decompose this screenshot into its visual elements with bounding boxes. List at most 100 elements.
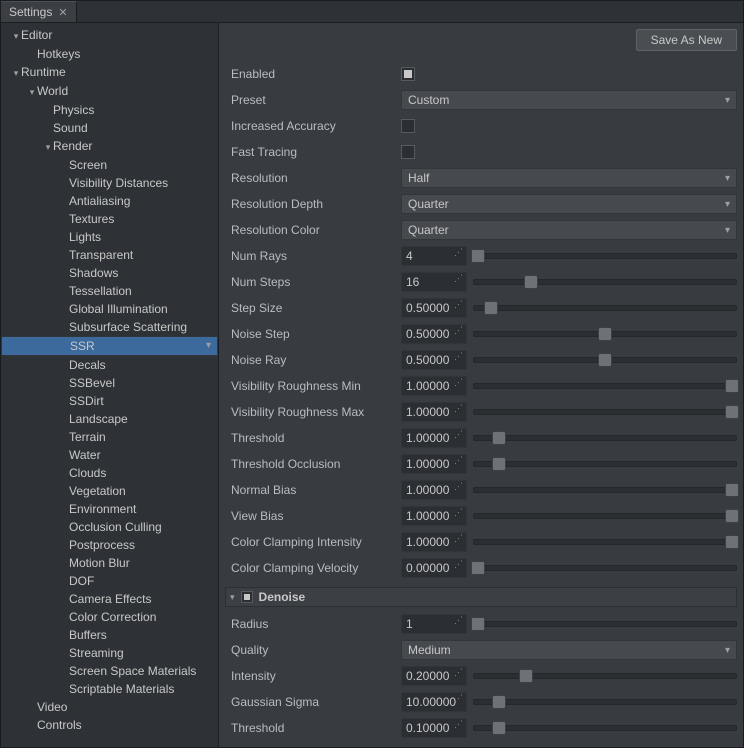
slider[interactable] <box>473 692 737 712</box>
tree-item-textures[interactable]: Textures <box>1 210 218 228</box>
select[interactable]: Half <box>401 168 737 188</box>
tree-item-vegetation[interactable]: Vegetation <box>1 482 218 500</box>
number-input[interactable]: 1.00000⋰ <box>401 376 467 396</box>
slider-thumb[interactable] <box>484 301 498 315</box>
number-input[interactable]: 0.20000⋰ <box>401 666 467 686</box>
slider-thumb[interactable] <box>471 249 485 263</box>
slider[interactable] <box>473 614 737 634</box>
tree-item-occlusion-culling[interactable]: Occlusion Culling <box>1 518 218 536</box>
drag-icon[interactable]: ⋰ <box>454 353 464 367</box>
drag-icon[interactable]: ⋰ <box>454 483 464 497</box>
drag-icon[interactable]: ⋰ <box>454 509 464 523</box>
number-input[interactable]: 1.00000⋰ <box>401 506 467 526</box>
number-input[interactable]: 16⋰ <box>401 272 467 292</box>
chevron-down-icon[interactable]: ▾ <box>230 592 235 603</box>
tree-item-subsurface-scattering[interactable]: Subsurface Scattering <box>1 318 218 336</box>
slider-thumb[interactable] <box>725 483 739 497</box>
slider-thumb[interactable] <box>519 669 533 683</box>
slider[interactable] <box>473 246 737 266</box>
drag-icon[interactable]: ⋰ <box>454 695 464 709</box>
number-input[interactable]: 1.00000⋰ <box>401 480 467 500</box>
tree-item-editor[interactable]: ▾Editor <box>1 26 218 45</box>
number-input[interactable]: 0.50000⋰ <box>401 350 467 370</box>
select[interactable]: Custom <box>401 90 737 110</box>
tree-item-visibility-distances[interactable]: Visibility Distances <box>1 174 218 192</box>
tree-item-sound[interactable]: Sound <box>1 119 218 137</box>
number-input[interactable]: 0.00000⋰ <box>401 558 467 578</box>
slider-thumb[interactable] <box>524 275 538 289</box>
slider[interactable] <box>473 558 737 578</box>
slider-thumb[interactable] <box>725 509 739 523</box>
number-input[interactable]: 1.00000⋰ <box>401 402 467 422</box>
drag-icon[interactable]: ⋰ <box>454 327 464 341</box>
drag-icon[interactable]: ⋰ <box>454 561 464 575</box>
slider-thumb[interactable] <box>725 379 739 393</box>
tree-item-controls[interactable]: Controls <box>1 716 218 734</box>
select[interactable]: Medium <box>401 640 737 660</box>
slider[interactable] <box>473 324 737 344</box>
close-icon[interactable]: ✕ <box>58 6 67 19</box>
sidebar[interactable]: ▾EditorHotkeys▾Runtime▾WorldPhysicsSound… <box>1 23 219 747</box>
tree-item-landscape[interactable]: Landscape <box>1 410 218 428</box>
slider-thumb[interactable] <box>598 327 612 341</box>
drag-icon[interactable]: ⋰ <box>454 301 464 315</box>
tree-item-runtime[interactable]: ▾Runtime <box>1 63 218 82</box>
number-input[interactable]: 1.00000⋰ <box>401 428 467 448</box>
tree-item-water[interactable]: Water <box>1 446 218 464</box>
chevron-down-icon[interactable]: ▾ <box>27 84 37 100</box>
checkbox[interactable] <box>401 145 415 159</box>
number-input[interactable]: 1.00000⋰ <box>401 532 467 552</box>
checkbox[interactable] <box>401 119 415 133</box>
tree-item-buffers[interactable]: Buffers <box>1 626 218 644</box>
number-input[interactable]: 10.00000⋰ <box>401 692 467 712</box>
drag-icon[interactable]: ⋰ <box>454 431 464 445</box>
tree-item-world[interactable]: ▾World <box>1 82 218 101</box>
drag-icon[interactable]: ⋰ <box>454 379 464 393</box>
tree-item-terrain[interactable]: Terrain <box>1 428 218 446</box>
slider-thumb[interactable] <box>492 695 506 709</box>
tree-item-ssr[interactable]: SSR <box>1 336 218 356</box>
tree-item-screen-space-materials[interactable]: Screen Space Materials <box>1 662 218 680</box>
tree-item-scriptable-materials[interactable]: Scriptable Materials <box>1 680 218 698</box>
slider-thumb[interactable] <box>725 405 739 419</box>
slider[interactable] <box>473 298 737 318</box>
tree-item-antialiasing[interactable]: Antialiasing <box>1 192 218 210</box>
slider[interactable] <box>473 454 737 474</box>
slider[interactable] <box>473 532 737 552</box>
tab-settings[interactable]: Settings ✕ <box>1 1 77 22</box>
slider[interactable] <box>473 402 737 422</box>
tree-item-video[interactable]: Video <box>1 698 218 716</box>
slider[interactable] <box>473 480 737 500</box>
denoise-checkbox[interactable] <box>241 591 253 603</box>
number-input[interactable]: 0.50000⋰ <box>401 324 467 344</box>
slider[interactable] <box>473 350 737 370</box>
slider[interactable] <box>473 718 737 738</box>
tree-item-shadows[interactable]: Shadows <box>1 264 218 282</box>
tree-item-lights[interactable]: Lights <box>1 228 218 246</box>
tree-item-physics[interactable]: Physics <box>1 101 218 119</box>
number-input[interactable]: 1.00000⋰ <box>401 454 467 474</box>
number-input[interactable]: 4⋰ <box>401 246 467 266</box>
slider-thumb[interactable] <box>492 721 506 735</box>
drag-icon[interactable]: ⋰ <box>454 617 464 631</box>
drag-icon[interactable]: ⋰ <box>454 669 464 683</box>
drag-icon[interactable]: ⋰ <box>454 457 464 471</box>
slider-thumb[interactable] <box>492 457 506 471</box>
tree-item-motion-blur[interactable]: Motion Blur <box>1 554 218 572</box>
chevron-down-icon[interactable]: ▾ <box>11 65 21 81</box>
tree-item-render[interactable]: ▾Render <box>1 137 218 156</box>
denoise-header[interactable]: ▾ Denoise <box>225 587 737 607</box>
slider-thumb[interactable] <box>598 353 612 367</box>
chevron-down-icon[interactable]: ▾ <box>43 139 53 155</box>
main-panel[interactable]: Save As New EnabledPresetCustomIncreased… <box>219 23 743 747</box>
save-as-new-button[interactable]: Save As New <box>636 29 737 51</box>
checkbox[interactable] <box>401 67 415 81</box>
tree-item-dof[interactable]: DOF <box>1 572 218 590</box>
tree-item-postprocess[interactable]: Postprocess <box>1 536 218 554</box>
number-input[interactable]: 1⋰ <box>401 614 467 634</box>
tree-item-ssdirt[interactable]: SSDirt <box>1 392 218 410</box>
drag-icon[interactable]: ⋰ <box>454 405 464 419</box>
slider[interactable] <box>473 376 737 396</box>
slider[interactable] <box>473 428 737 448</box>
slider[interactable] <box>473 272 737 292</box>
